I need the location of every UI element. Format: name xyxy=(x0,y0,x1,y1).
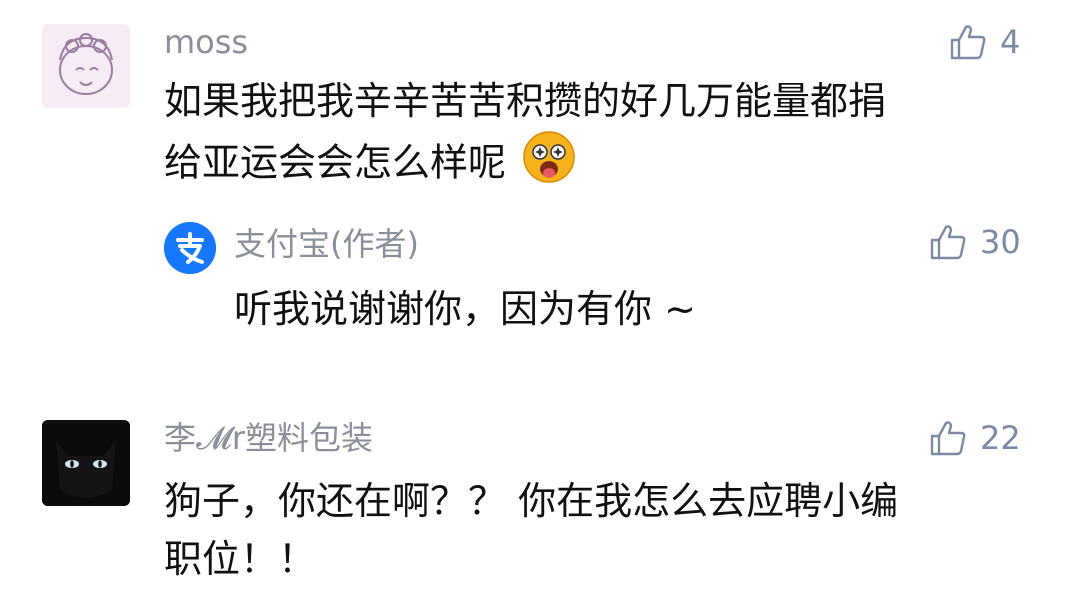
comment-text-line: 如果我把我辛辛苦苦积攒的好几万能量都捐 xyxy=(164,79,887,123)
reply-1: 支付宝(作者) 30 听我说谢谢你，因为有你 ~ xyxy=(0,210,1080,360)
comment-text-line: 职位！！ xyxy=(164,537,317,581)
comment-2: 李𝓜r塑料包装 22 狗子，你还在啊？？ 你在我怎么去应聘小编 职位！！ xyxy=(0,400,1080,607)
like-button[interactable]: 22 xyxy=(928,418,1021,458)
like-button[interactable]: 30 xyxy=(928,222,1021,262)
alipay-avatar[interactable] xyxy=(164,222,216,274)
like-count: 4 xyxy=(1000,23,1021,61)
avatar[interactable] xyxy=(42,24,130,108)
comment-text-line: 狗子，你还在啊？？ 你在我怎么去应聘小编 xyxy=(164,479,899,523)
alipay-logo-icon xyxy=(164,222,216,274)
thumbs-up-icon xyxy=(950,25,986,60)
comment-text-segment: 给亚运会会怎么样呢 xyxy=(164,140,507,185)
comment-text-line: 给亚运会会怎么样呢 xyxy=(164,130,886,200)
reply-author-name[interactable]: 支付宝(作者) xyxy=(234,228,419,260)
cartoon-girl-avatar-icon xyxy=(42,24,130,108)
like-button[interactable]: 4 xyxy=(948,22,1020,62)
comment-text: 狗子，你还在啊？？ 你在我怎么去应聘小编 职位！！ xyxy=(164,472,898,588)
comment-text: 如果我把我辛辛苦苦积攒的好几万能量都捐 给亚运会会怎么样呢 xyxy=(164,72,886,200)
comment-author-name[interactable]: moss xyxy=(164,26,248,58)
like-count: 30 xyxy=(980,223,1021,261)
comment-author-name[interactable]: 李𝓜r塑料包装 xyxy=(164,422,373,454)
comment-1: moss 4 如果我把我辛辛苦苦积攒的好几万能量都捐 给亚运会会怎么样呢 xyxy=(0,0,1080,210)
like-count: 22 xyxy=(980,419,1021,457)
thumbs-up-icon xyxy=(930,421,966,456)
avatar[interactable] xyxy=(42,420,130,506)
starstruck-tongue-emoji-icon xyxy=(522,130,576,200)
black-cat-avatar-icon xyxy=(42,420,130,506)
thumbs-up-icon xyxy=(930,225,966,260)
reply-text: 听我说谢谢你，因为有你 ~ xyxy=(234,287,696,331)
